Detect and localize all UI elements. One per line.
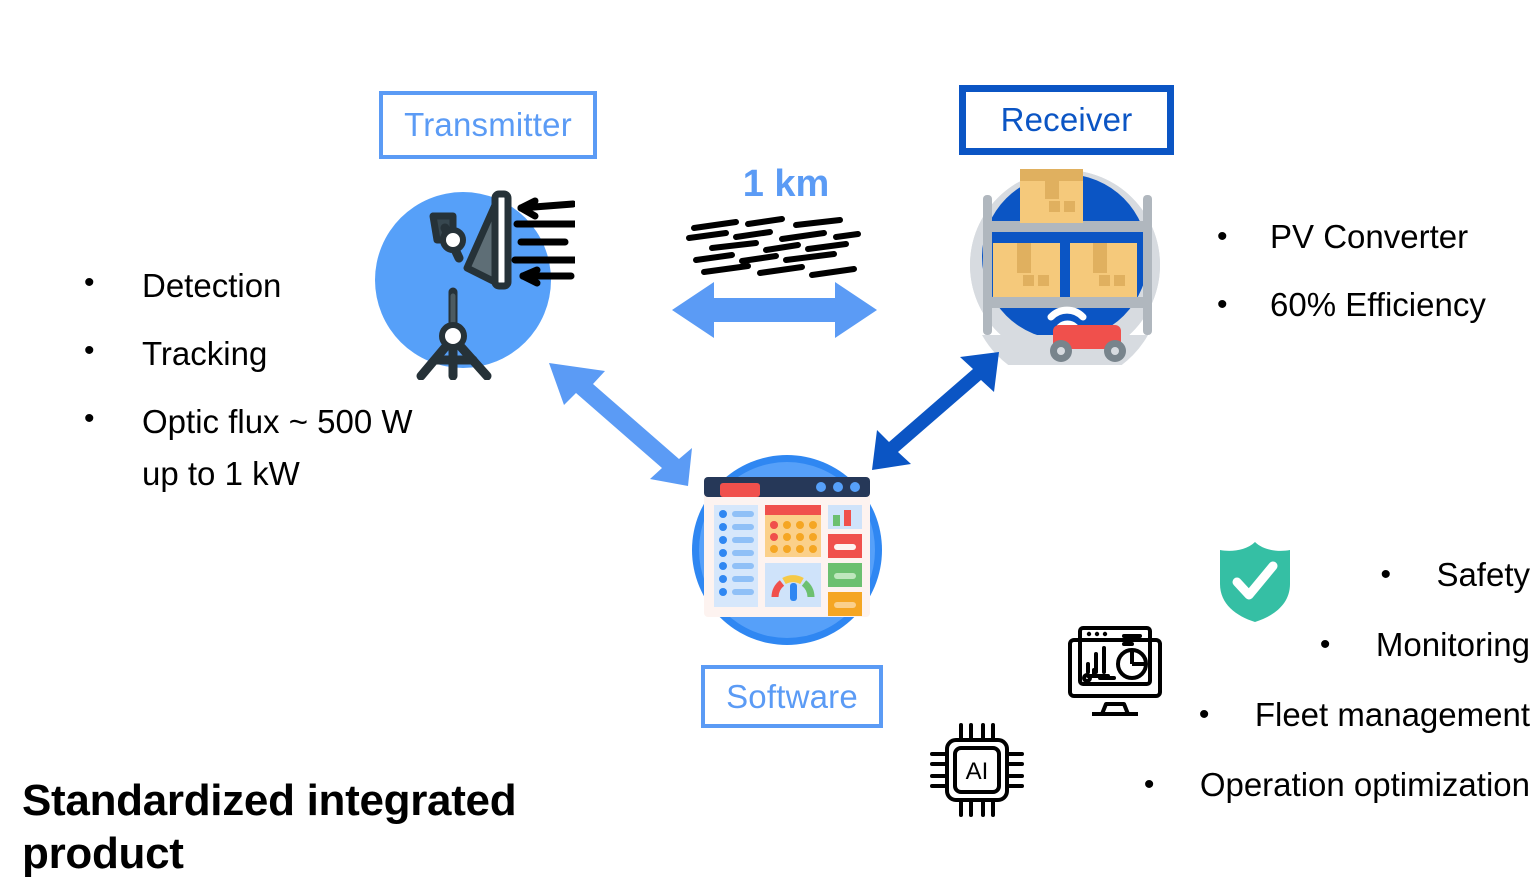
bullet-marker: •: [1217, 288, 1228, 321]
node-label-software: Software: [701, 665, 883, 728]
list-item-label: Tracking: [142, 335, 268, 372]
bidirectional-arrow-transmitter-software: [545, 355, 695, 490]
bidirectional-arrow-horizontal: [672, 280, 877, 340]
bullet-marker: •: [84, 402, 95, 435]
laser-beam-dashes-icon: [686, 208, 861, 288]
receiver-feature-list: • PV Converter • 60% Efficiency: [1217, 215, 1486, 351]
bullet-marker: •: [1143, 768, 1155, 801]
list-item: • Tracking: [84, 328, 413, 380]
list-item: • Safety: [1380, 553, 1530, 597]
page-title: Standardized integrated product: [22, 776, 517, 878]
transmitter-feature-list: • Detection • Tracking • Optic flux ~ 50…: [84, 260, 413, 516]
list-item: • Monitoring: [1320, 623, 1530, 667]
bullet-marker: •: [84, 334, 95, 367]
bullet-marker: •: [84, 266, 95, 299]
software-feature-list: • Safety • Monitoring • Fleet management…: [1144, 553, 1530, 833]
list-item-label: Optic flux ~ 500 W up to 1 kW: [142, 403, 413, 492]
list-item: • Fleet management: [1199, 693, 1530, 737]
bidirectional-arrow-receiver-software: [868, 348, 1003, 478]
node-label-transmitter: Transmitter: [379, 91, 597, 159]
list-item: • PV Converter: [1217, 215, 1486, 259]
node-label-receiver: Receiver: [959, 85, 1174, 155]
bullet-marker: •: [1319, 628, 1331, 661]
receiver-illustration: [965, 165, 1170, 365]
list-item-label: Safety: [1436, 556, 1530, 593]
list-item-label: PV Converter: [1270, 218, 1469, 255]
list-item-label: Detection: [142, 267, 282, 304]
list-item-label: Fleet management: [1254, 696, 1530, 733]
receiver-label-text: Receiver: [1000, 101, 1133, 138]
bullet-marker: •: [1217, 220, 1228, 253]
list-item-label: 60% Efficiency: [1270, 286, 1486, 323]
slide-canvas: Transmitter • Detection • Tracking • Opt…: [0, 0, 1539, 896]
ai-chip-text: AI: [966, 758, 989, 785]
list-item-label: Monitoring: [1375, 626, 1530, 663]
list-item: • 60% Efficiency: [1217, 283, 1486, 327]
distance-label: 1 km: [742, 163, 830, 205]
list-item-label: Operation optimization: [1199, 766, 1530, 803]
bullet-marker: •: [1380, 558, 1391, 591]
software-label-text: Software: [726, 677, 858, 715]
list-item: • Detection: [84, 260, 413, 312]
list-item: • Operation optimization: [1144, 763, 1530, 807]
ai-chip-icon: AI: [927, 720, 1027, 820]
software-illustration: [690, 455, 885, 645]
bullet-marker: •: [1198, 698, 1210, 731]
transmitter-label-text: Transmitter: [404, 106, 572, 143]
list-item: • Optic flux ~ 500 W up to 1 kW: [84, 396, 413, 500]
